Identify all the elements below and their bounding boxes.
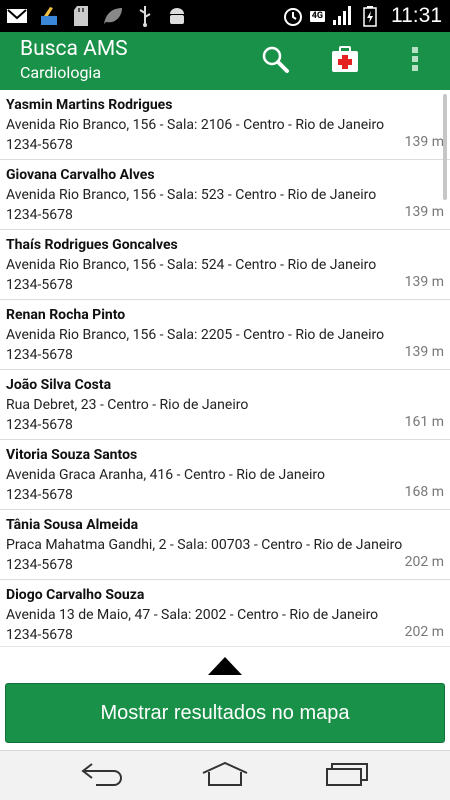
list-item[interactable]: Thaís Rodrigues Goncalves Avenida Rio Br… xyxy=(0,230,450,300)
overflow-menu-button[interactable] xyxy=(395,41,435,81)
doctor-name: Tânia Sousa Almeida xyxy=(6,517,139,533)
specialty-subtitle: Cardiologia xyxy=(20,63,102,82)
doctor-phone: 1234-5678 xyxy=(6,627,73,643)
doctor-distance: 161 m xyxy=(404,414,444,430)
app-title: Busca AMS xyxy=(20,37,128,61)
back-button[interactable] xyxy=(73,759,133,793)
action-bar: Busca AMS Cardiologia xyxy=(0,32,450,90)
list-item[interactable]: Diogo Carvalho Souza Avenida 13 de Maio,… xyxy=(0,580,450,646)
doctor-distance: 139 m xyxy=(404,274,444,290)
leaf-icon xyxy=(102,5,124,27)
doctor-address: Avenida Graca Aranha, 416 - Centro - Rio… xyxy=(6,467,326,483)
doctor-name: Vitoria Souza Santos xyxy=(6,447,138,463)
first-aid-kit-icon xyxy=(330,44,360,78)
navigation-bar xyxy=(0,750,450,800)
doctor-address: Rua Debret, 23 - Centro - Rio de Janeiro xyxy=(6,397,249,413)
back-icon xyxy=(80,761,126,791)
search-icon xyxy=(260,44,290,78)
usb-icon xyxy=(134,5,156,27)
doctor-name: Thaís Rodrigues Goncalves xyxy=(6,237,178,253)
bottom-panel: Mostrar resultados no mapa xyxy=(0,646,450,750)
status-bar: 4G 11:31 xyxy=(0,0,450,32)
clean-master-icon xyxy=(38,5,60,27)
list-item[interactable]: Tânia Sousa Almeida Praca Mahatma Gandhi… xyxy=(0,510,450,580)
alarm-icon xyxy=(282,5,304,27)
doctor-distance: 168 m xyxy=(404,484,444,500)
battery-charging-icon xyxy=(359,5,381,27)
doctor-phone: 1234-5678 xyxy=(6,487,73,503)
expand-arrow-icon[interactable] xyxy=(208,657,242,675)
home-icon xyxy=(200,761,250,791)
doctor-distance: 202 m xyxy=(404,624,444,640)
network-type: 4G xyxy=(309,10,325,22)
gmail-icon xyxy=(6,5,28,27)
doctor-phone: 1234-5678 xyxy=(6,417,73,433)
list-item[interactable]: Vitoria Souza Santos Avenida Graca Aranh… xyxy=(0,440,450,510)
sd-card-icon xyxy=(70,5,92,27)
doctor-name: João Silva Costa xyxy=(6,377,112,393)
first-aid-kit-button[interactable] xyxy=(325,41,365,81)
doctor-phone: 1234-5678 xyxy=(6,137,73,153)
doctor-distance: 202 m xyxy=(404,554,444,570)
home-button[interactable] xyxy=(195,759,255,793)
list-item[interactable]: Yasmin Martins Rodrigues Avenida Rio Bra… xyxy=(0,90,450,160)
clock: 11:31 xyxy=(391,4,442,27)
doctor-address: Avenida Rio Branco, 156 - Sala: 524 - Ce… xyxy=(6,257,377,273)
doctor-address: Avenida Rio Branco, 156 - Sala: 523 - Ce… xyxy=(6,187,377,203)
doctor-name: Yasmin Martins Rodrigues xyxy=(6,97,173,113)
show-on-map-button[interactable]: Mostrar resultados no mapa xyxy=(5,683,445,743)
list-item[interactable]: João Silva Costa Rua Debret, 23 - Centro… xyxy=(0,370,450,440)
signal-icon xyxy=(331,5,353,27)
doctor-phone: 1234-5678 xyxy=(6,277,73,293)
doctor-distance: 139 m xyxy=(404,344,444,360)
doctor-phone: 1234-5678 xyxy=(6,347,73,363)
search-button[interactable] xyxy=(255,41,295,81)
doctor-phone: 1234-5678 xyxy=(6,207,73,223)
doctor-distance: 139 m xyxy=(404,134,444,150)
doctor-name: Giovana Carvalho Alves xyxy=(6,167,155,183)
doctor-address: Avenida Rio Branco, 156 - Sala: 2205 - C… xyxy=(6,327,385,343)
doctor-distance: 139 m xyxy=(404,204,444,220)
doctor-address: Avenida Rio Branco, 156 - Sala: 2106 - C… xyxy=(6,117,385,133)
doctor-name: Renan Rocha Pinto xyxy=(6,307,126,323)
recent-apps-icon xyxy=(324,761,370,791)
doctor-name: Diogo Carvalho Souza xyxy=(6,587,145,603)
list-scrollbar[interactable] xyxy=(443,94,447,200)
doctor-address: Praca Mahatma Gandhi, 2 - Sala: 00703 - … xyxy=(6,537,403,553)
doctor-address: Avenida 13 de Maio, 47 - Sala: 2002 - Ce… xyxy=(6,607,379,623)
list-item[interactable]: Renan Rocha Pinto Avenida Rio Branco, 15… xyxy=(0,300,450,370)
android-debug-icon xyxy=(166,5,188,27)
recent-apps-button[interactable] xyxy=(317,759,377,793)
list-item[interactable]: Giovana Carvalho Alves Avenida Rio Branc… xyxy=(0,160,450,230)
notification-icons xyxy=(6,4,188,28)
system-icons: 4G 11:31 xyxy=(282,2,442,30)
results-list[interactable]: Yasmin Martins Rodrigues Avenida Rio Bra… xyxy=(0,90,450,646)
overflow-menu-icon xyxy=(411,45,419,77)
doctor-phone: 1234-5678 xyxy=(6,557,73,573)
